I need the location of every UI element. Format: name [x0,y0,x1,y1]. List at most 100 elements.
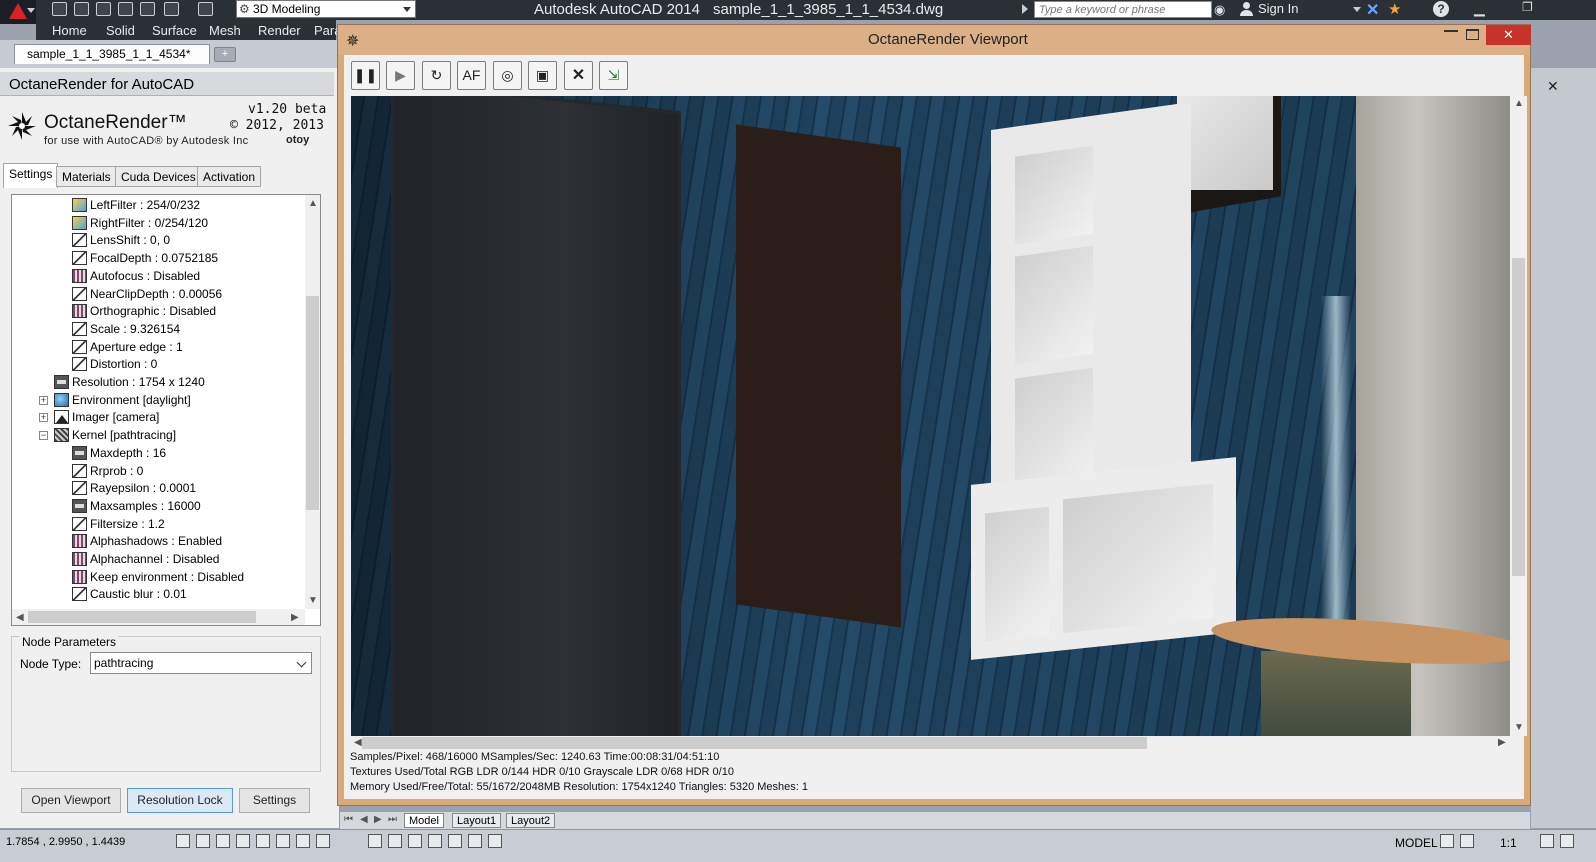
tree-item[interactable]: Alphashadows : Enabled [72,533,222,550]
selection-cycling-icon[interactable] [468,834,482,848]
resolution-lock-button[interactable]: Resolution Lock [127,788,233,813]
redo-icon[interactable] [198,2,213,16]
tab-solid[interactable]: Solid [106,23,135,38]
restart-button[interactable]: ↻ [422,61,451,90]
scroll-down-icon[interactable]: ▼ [1514,722,1524,733]
prev-layout-icon[interactable]: ◀ [360,814,368,825]
open-folder-icon[interactable] [74,2,89,16]
model-space-label[interactable]: MODEL [1395,836,1438,850]
3d-osnap-icon[interactable] [296,834,310,848]
annotation-monitor-icon[interactable] [488,834,502,848]
new-file-icon[interactable] [52,2,67,16]
tab-settings[interactable]: Settings [3,163,59,188]
autofocus-button[interactable]: AF [457,61,486,90]
tab-surface[interactable]: Surface [152,23,197,38]
grid-icon[interactable] [216,834,230,848]
viewport-horizontal-scroll-thumb[interactable] [362,737,1147,749]
tree-item[interactable]: Rayepsilon : 0.0001 [72,480,196,497]
tree-item[interactable]: Orthographic : Disabled [72,303,216,320]
document-tab[interactable]: sample_1_1_3985_1_1_4534* [14,44,210,64]
render-image[interactable] [351,96,1510,736]
tree-item[interactable]: Scale : 9.326154 [72,321,180,338]
workspace-selector[interactable]: ⚙ 3D Modeling [236,0,416,18]
scroll-right-icon[interactable]: ▶ [291,612,299,623]
quick-properties-icon[interactable] [448,834,462,848]
autocad-application-button[interactable] [0,0,36,24]
scroll-left-icon[interactable]: ◀ [16,612,24,623]
tab-activation[interactable]: Activation [197,166,262,187]
tree-item[interactable]: Resolution : 1754 x 1240 [54,374,205,391]
snap-icon[interactable] [196,834,210,848]
quick-view-layouts-icon[interactable] [1440,834,1454,848]
scroll-right-icon[interactable]: ▶ [1498,737,1506,748]
otrack-icon[interactable] [316,834,330,848]
scroll-down-icon[interactable]: ▼ [308,595,318,606]
maximize-icon[interactable] [1466,29,1479,40]
tab-materials[interactable]: Materials [56,166,117,187]
tree-item[interactable]: Autofocus : Disabled [72,268,200,285]
camera-settings-button[interactable]: ◎ [493,61,522,90]
infer-constraints-icon[interactable] [176,834,190,848]
tree-item[interactable]: Alphachannel : Disabled [72,551,219,568]
tab-mesh[interactable]: Mesh [209,23,241,38]
tree-item[interactable]: Rrprob : 0 [72,463,143,480]
sign-in-link[interactable]: Sign In [1258,1,1298,16]
tab-render[interactable]: Render [258,23,301,38]
chevron-down-icon[interactable] [1353,7,1361,12]
tree-item[interactable]: LeftFilter : 254/0/232 [72,197,200,214]
tree-item[interactable]: − Kernel [pathtracing] [39,427,176,444]
tree-item[interactable]: NearClipDepth : 0.00056 [72,286,222,303]
scroll-up-icon[interactable]: ▲ [308,198,318,209]
close-icon[interactable]: ✕ [1547,78,1559,95]
last-layout-icon[interactable]: ⏭ [388,814,397,825]
minimize-icon[interactable] [1444,29,1458,32]
tab-layout1[interactable]: Layout1 [452,813,502,828]
tree-item[interactable]: LensShift : 0, 0 [72,232,170,249]
tree-item[interactable]: Aperture edge : 1 [72,339,183,356]
open-viewport-button[interactable]: Open Viewport [21,788,121,813]
node-type-select[interactable]: pathtracing [90,652,312,674]
tab-home[interactable]: Home [52,23,87,38]
tree-item[interactable]: Keep environment : Disabled [72,569,244,586]
binoculars-icon[interactable]: ◉ [1214,2,1225,18]
settings-button[interactable]: Settings [239,788,310,813]
settings-tree[interactable]: LeftFilter : 254/0/232 RightFilter : 0/25… [11,194,321,626]
exchange-apps-icon[interactable]: ✕ [1366,0,1379,20]
tree-item[interactable]: + Imager [camera] [39,409,159,426]
help-icon[interactable]: ? [1433,1,1449,17]
new-tab-button[interactable]: + [214,47,236,62]
stop-button[interactable]: ✕ [564,61,593,90]
stay-connected-icon[interactable]: ★ [1388,0,1401,18]
tree-item[interactable]: + Environment [daylight] [39,392,191,409]
tab-layout2[interactable]: Layout2 [506,813,556,828]
tab-cuda-devices[interactable]: Cuda Devices [115,166,202,187]
ducs-icon[interactable] [368,834,382,848]
lock-icon[interactable] [1560,834,1574,848]
expand-icon[interactable]: + [39,395,48,405]
workspace-switching-icon[interactable] [1540,834,1554,848]
ortho-icon[interactable] [236,834,250,848]
scroll-up-icon[interactable]: ▲ [1514,98,1524,109]
tree-item[interactable]: RightFilter : 0/254/120 [72,215,208,232]
save-render-button[interactable]: ▣ [528,61,557,90]
tree-item[interactable]: Maxdepth : 16 [72,445,166,462]
export-button[interactable]: ⇲ [599,61,628,90]
tree-item[interactable]: Maxsamples : 16000 [72,498,201,515]
minimize-icon[interactable]: ▁ [1474,0,1485,17]
maximize-icon[interactable]: ❐ [1522,0,1533,14]
save-icon[interactable] [96,2,111,16]
osnap-icon[interactable] [276,834,290,848]
tree-item[interactable]: Caustic blur : 0.01 [72,586,187,603]
search-expand-arrow-icon[interactable] [1022,4,1028,14]
start-button[interactable]: ▶ [386,61,415,90]
lineweight-icon[interactable] [408,834,422,848]
tree-item[interactable]: FocalDepth : 0.0752185 [72,250,218,267]
next-layout-icon[interactable]: ▶ [374,814,382,825]
scroll-left-icon[interactable]: ◀ [354,737,362,748]
dyn-icon[interactable] [388,834,402,848]
pause-button[interactable]: ❚❚ [351,61,380,90]
first-layout-icon[interactable]: ⏮ [344,814,353,825]
tree-vertical-scroll-thumb[interactable] [306,296,319,510]
expand-icon[interactable]: + [39,413,48,423]
tree-item[interactable]: Distortion : 0 [72,356,157,373]
